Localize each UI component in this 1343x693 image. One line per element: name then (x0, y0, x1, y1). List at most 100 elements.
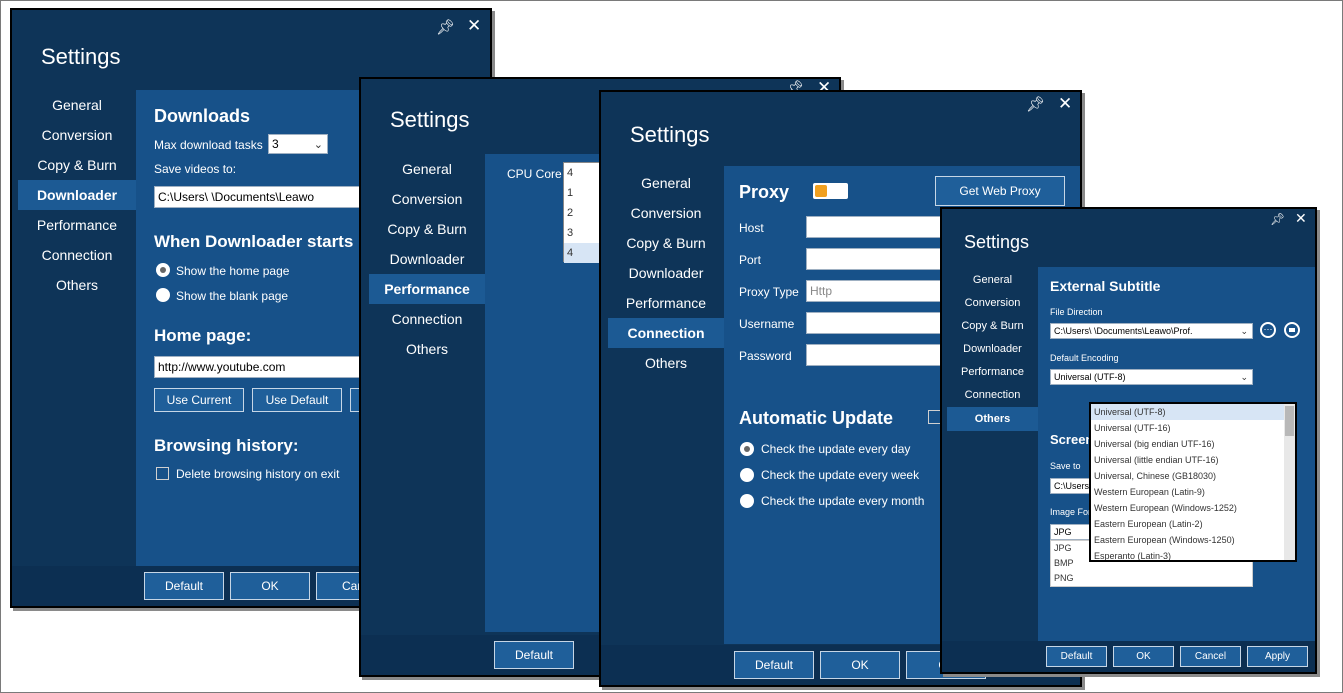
encoding-option[interactable]: Universal (little endian UTF-16) (1091, 452, 1295, 468)
proxy-heading: Proxy (739, 182, 790, 202)
encoding-dropdown-list[interactable]: Universal (UTF-8) Universal (UTF-16) Uni… (1089, 402, 1297, 562)
home-page-heading: Home page: (154, 326, 252, 345)
encoding-option[interactable]: Universal, Chinese (GB18030) (1091, 468, 1295, 484)
window-title: Settings (390, 107, 470, 132)
max-tasks-label: Max download tasks (154, 138, 263, 152)
radio-update-week-label: Check the update every week (761, 468, 920, 482)
sidebar-item-copy-burn[interactable]: Copy & Burn (369, 214, 485, 244)
toggle-knob (815, 185, 827, 197)
radio-update-month[interactable] (740, 494, 754, 508)
file-direction-label: File Direction (1050, 307, 1103, 317)
chevron-down-icon: ⌄ (313, 139, 323, 151)
sidebar-item-general[interactable]: General (18, 90, 136, 120)
sidebar-item-copy-burn[interactable]: Copy & Burn (947, 315, 1038, 338)
sidebar-item-performance[interactable]: Performance (18, 210, 136, 240)
close-icon[interactable]: ✕ (1058, 95, 1072, 112)
default-button[interactable]: Default (144, 572, 224, 600)
sidebar-item-connection[interactable]: Connection (947, 384, 1038, 407)
sidebar-item-others[interactable]: Others (947, 407, 1038, 431)
sidebar-item-performance[interactable]: Performance (608, 288, 724, 318)
downloads-heading: Downloads (154, 106, 251, 126)
proxy-type-label: Proxy Type (739, 285, 799, 299)
sidebar-item-downloader[interactable]: Downloader (369, 244, 485, 274)
sidebar-item-general[interactable]: General (608, 168, 724, 198)
radio-show-blank[interactable] (156, 288, 170, 302)
get-web-proxy-button[interactable]: Get Web Proxy (935, 176, 1065, 206)
image-format-label: Image For (1050, 507, 1092, 517)
ok-button[interactable]: OK (820, 651, 900, 679)
ok-button[interactable]: OK (230, 572, 310, 600)
file-direction-input[interactable]: C:\Users\ \Documents\Leawo\Prof. ⌄ (1050, 323, 1253, 339)
sidebar-item-connection[interactable]: Connection (608, 318, 724, 348)
default-button[interactable]: Default (1046, 646, 1107, 667)
pin-icon[interactable]: 📌︎ (436, 20, 455, 35)
sidebar-item-connection[interactable]: Connection (369, 304, 485, 334)
save-path-input[interactable]: C:\Users\ \Documents\Leawo (154, 186, 394, 208)
encoding-option[interactable]: Eastern European (Latin-2) (1091, 516, 1295, 532)
sidebar-item-connection[interactable]: Connection (18, 240, 136, 270)
pin-icon[interactable]: 📌︎ (1026, 97, 1045, 112)
cancel-button[interactable]: Cancel (1180, 646, 1241, 667)
radio-show-home-label: Show the home page (176, 264, 290, 278)
sidebar-item-conversion[interactable]: Conversion (369, 184, 485, 214)
default-button[interactable]: Default (734, 651, 814, 679)
sidebar-item-downloader[interactable]: Downloader (947, 338, 1038, 361)
default-button[interactable]: Default (494, 641, 574, 669)
encoding-option[interactable]: Universal (UTF-8) (1091, 404, 1295, 420)
radio-show-blank-label: Show the blank page (176, 289, 289, 303)
use-current-button[interactable]: Use Current (154, 388, 244, 412)
sidebar-item-conversion[interactable]: Conversion (947, 292, 1038, 315)
window-title: Settings (964, 232, 1030, 252)
sidebar-item-copy-burn[interactable]: Copy & Burn (18, 150, 136, 180)
chevron-down-icon: ⌄ (1240, 372, 1248, 382)
default-encoding-label: Default Encoding (1050, 353, 1119, 363)
sidebar-item-performance[interactable]: Performance (369, 274, 485, 304)
encoding-option[interactable]: Universal (UTF-16) (1091, 420, 1295, 436)
radio-update-month-label: Check the update every month (761, 494, 925, 508)
proxy-toggle[interactable] (813, 183, 848, 199)
use-default-button[interactable]: Use Default (252, 388, 342, 412)
external-subtitle-heading: External Subtitle (1050, 278, 1161, 294)
history-heading: Browsing history: (154, 436, 299, 455)
save-to-label: Save to (1050, 461, 1081, 471)
scrollbar-thumb[interactable] (1285, 406, 1294, 436)
pin-icon[interactable]: 📌︎ (1270, 212, 1285, 227)
home-page-input[interactable]: http://www.youtube.com (154, 356, 394, 378)
cpu-core-label: CPU Core (507, 167, 562, 181)
sidebar-item-others[interactable]: Others (608, 348, 724, 378)
encoding-option[interactable]: Western European (Windows-1252) (1091, 500, 1295, 516)
username-label: Username (739, 317, 795, 331)
image-format-option[interactable]: PNG (1051, 571, 1252, 586)
radio-show-home[interactable] (156, 263, 170, 277)
encoding-option[interactable]: Western European (Latin-9) (1091, 484, 1295, 500)
sidebar-item-downloader[interactable]: Downloader (18, 180, 136, 210)
sidebar-item-others[interactable]: Others (369, 334, 485, 364)
encoding-option[interactable]: Esperanto (Latin-3) (1091, 548, 1295, 560)
folder-icon[interactable] (1284, 322, 1300, 338)
port-label: Port (739, 253, 762, 267)
encoding-option[interactable]: Eastern European (Windows-1250) (1091, 532, 1295, 548)
sidebar-item-copy-burn[interactable]: Copy & Burn (608, 228, 724, 258)
delete-history-checkbox[interactable] (156, 467, 169, 480)
window-title: Settings (41, 44, 121, 69)
sidebar-item-general[interactable]: General (369, 154, 485, 184)
ok-button[interactable]: OK (1113, 646, 1174, 667)
sidebar-item-conversion[interactable]: Conversion (18, 120, 136, 150)
radio-update-day-label: Check the update every day (761, 442, 911, 456)
radio-update-week[interactable] (740, 468, 754, 482)
apply-button[interactable]: Apply (1247, 646, 1308, 667)
radio-update-day[interactable] (740, 442, 754, 456)
more-icon[interactable]: ⋯ (1260, 322, 1276, 338)
footer-bar: Default OK Cancel Apply (942, 641, 1315, 672)
close-icon[interactable]: ✕ (467, 17, 481, 34)
encoding-option[interactable]: Universal (big endian UTF-16) (1091, 436, 1295, 452)
max-tasks-select[interactable]: 3 ⌄ (268, 134, 328, 154)
close-icon[interactable]: ✕ (1295, 211, 1307, 226)
sidebar-item-performance[interactable]: Performance (947, 361, 1038, 384)
default-encoding-select[interactable]: Universal (UTF-8) ⌄ (1050, 369, 1253, 385)
sidebar-item-conversion[interactable]: Conversion (608, 198, 724, 228)
sidebar-item-general[interactable]: General (947, 269, 1038, 292)
sidebar-item-downloader[interactable]: Downloader (608, 258, 724, 288)
sidebar-item-others[interactable]: Others (18, 270, 136, 300)
scrollbar[interactable] (1284, 404, 1295, 560)
